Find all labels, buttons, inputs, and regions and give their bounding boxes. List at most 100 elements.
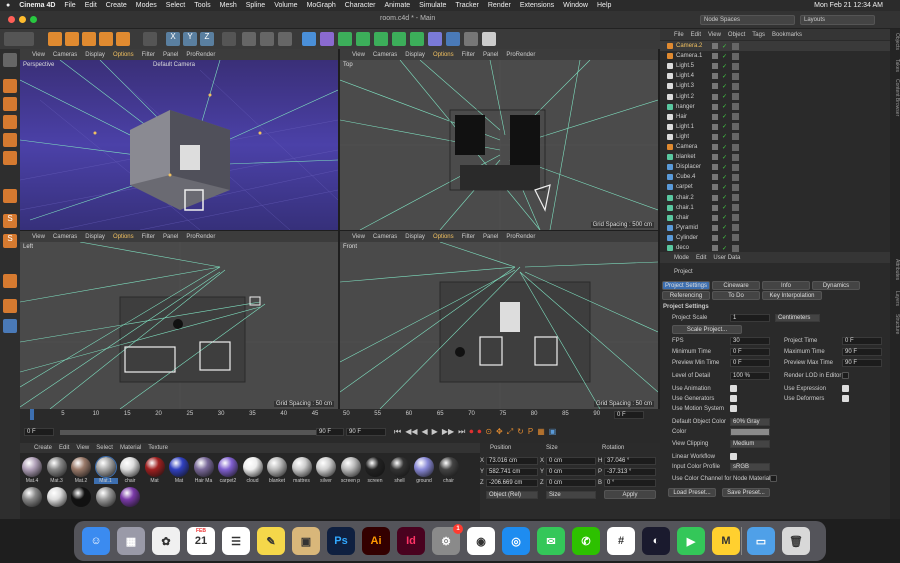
render-settings-icon[interactable] bbox=[278, 32, 292, 46]
folder-icon[interactable]: ▭ bbox=[747, 527, 775, 555]
safari-icon[interactable]: ◎ bbox=[502, 527, 530, 555]
vp-menu-view[interactable]: View bbox=[32, 234, 45, 240]
object-row[interactable]: Light.1 ✓ bbox=[660, 122, 890, 132]
snap-settings-icon[interactable]: S bbox=[3, 234, 17, 248]
menu-volume[interactable]: Volume bbox=[274, 2, 297, 9]
object-row[interactable]: Camera.2 ✓ bbox=[660, 41, 890, 51]
enabled-check-icon[interactable]: ✓ bbox=[722, 224, 727, 231]
go-start-icon[interactable]: ⏮ bbox=[394, 427, 401, 437]
menu-file[interactable]: File bbox=[64, 2, 75, 9]
vp-menu-prorender[interactable]: ProRender bbox=[186, 52, 215, 58]
menu-render[interactable]: Render bbox=[488, 2, 511, 9]
vp-menu-filter[interactable]: Filter bbox=[142, 234, 155, 240]
attr-menu-edit[interactable]: Edit bbox=[696, 255, 706, 261]
tag-icon[interactable] bbox=[732, 62, 739, 70]
enabled-check-icon[interactable]: ✓ bbox=[722, 103, 727, 110]
vp-menu-cameras[interactable]: Cameras bbox=[53, 234, 77, 240]
render-lod-checkbox[interactable] bbox=[842, 372, 849, 379]
material-swatch[interactable] bbox=[120, 487, 140, 507]
material-swatch[interactable] bbox=[340, 457, 361, 477]
enabled-check-icon[interactable]: ✓ bbox=[722, 154, 727, 161]
apply-button[interactable]: Apply bbox=[604, 490, 656, 499]
tab-key-interpolation[interactable]: Key Interpolation bbox=[762, 291, 822, 300]
object-row[interactable]: Cube.4 ✓ bbox=[660, 172, 890, 182]
preview-min-field[interactable]: 0 F bbox=[730, 359, 770, 367]
menu-character[interactable]: Character bbox=[345, 2, 376, 9]
tag-icon[interactable] bbox=[732, 204, 739, 212]
viewport-perspective[interactable]: View Cameras Display Options Filter Pane… bbox=[20, 49, 338, 230]
timeline-range-slider[interactable] bbox=[60, 430, 330, 435]
visibility-toggle-icon[interactable] bbox=[712, 164, 718, 171]
obj-menu-file[interactable]: File bbox=[674, 32, 684, 38]
record-icon[interactable]: ⏺ bbox=[469, 427, 473, 437]
menu-mesh[interactable]: Mesh bbox=[220, 2, 237, 9]
enabled-check-icon[interactable]: ✓ bbox=[722, 245, 727, 252]
material-swatch[interactable] bbox=[144, 457, 165, 477]
vp-menu-prorender[interactable]: ProRender bbox=[506, 52, 535, 58]
uv-mode-icon[interactable] bbox=[3, 133, 17, 147]
visibility-toggle-icon[interactable] bbox=[712, 83, 718, 90]
enabled-check-icon[interactable]: ✓ bbox=[722, 73, 727, 80]
illustrator-icon[interactable]: Ai bbox=[362, 527, 390, 555]
object-row[interactable]: Camera.1 ✓ bbox=[660, 51, 890, 61]
tag-icon[interactable] bbox=[732, 163, 739, 171]
vp-menu-filter[interactable]: Filter bbox=[462, 234, 475, 240]
viewport-front[interactable]: View Cameras Display Options Filter Pane… bbox=[340, 231, 658, 409]
menu-tools[interactable]: Tools bbox=[194, 2, 210, 9]
visibility-toggle-icon[interactable] bbox=[712, 43, 718, 49]
use-motion-checkbox[interactable] bbox=[730, 405, 737, 412]
vp-menu-panel[interactable]: Panel bbox=[163, 234, 178, 240]
menubar-clock[interactable]: Mon Feb 21 12:34 AM bbox=[814, 2, 883, 9]
side-tab-attributes[interactable]: Attributes bbox=[890, 259, 900, 280]
object-row[interactable]: blanket ✓ bbox=[660, 152, 890, 162]
object-row[interactable]: Light.3 ✓ bbox=[660, 81, 890, 91]
visibility-toggle-icon[interactable] bbox=[712, 245, 718, 251]
enabled-check-icon[interactable]: ✓ bbox=[722, 83, 727, 90]
attr-menu-mode[interactable]: Mode bbox=[674, 255, 689, 261]
vp-menu-cameras[interactable]: Cameras bbox=[373, 52, 397, 58]
vp-menu-cameras[interactable]: Cameras bbox=[53, 52, 77, 58]
project-time-field[interactable]: 0 F bbox=[842, 337, 882, 345]
material-swatch[interactable] bbox=[120, 457, 140, 477]
tab-project-settings[interactable]: Project Settings bbox=[662, 281, 710, 290]
tag-icon[interactable] bbox=[732, 224, 739, 232]
grid-icon[interactable] bbox=[3, 319, 17, 333]
messages-icon[interactable]: ✉ bbox=[537, 527, 565, 555]
material-swatch[interactable] bbox=[71, 457, 91, 477]
undo-redo-icon[interactable] bbox=[4, 32, 34, 46]
snap-icon[interactable]: S bbox=[3, 214, 17, 228]
object-row[interactable]: Hair ✓ bbox=[660, 112, 890, 122]
menu-spline[interactable]: Spline bbox=[246, 2, 265, 9]
rotation-p-field[interactable]: -37.313 ° bbox=[604, 468, 656, 476]
vp-menu-options[interactable]: Options bbox=[433, 52, 454, 58]
linear-workflow-checkbox[interactable] bbox=[730, 453, 737, 460]
material-swatch[interactable] bbox=[22, 457, 42, 477]
notes-icon[interactable]: ✎ bbox=[257, 527, 285, 555]
tag-icon[interactable] bbox=[732, 153, 739, 161]
rotation-h-field[interactable]: 37.046 ° bbox=[604, 457, 656, 465]
mat-menu-view[interactable]: View bbox=[76, 445, 89, 451]
visibility-toggle-icon[interactable] bbox=[712, 214, 718, 221]
side-tab-content-browser[interactable]: Content Browser bbox=[890, 79, 900, 116]
vp-menu-display[interactable]: Display bbox=[405, 52, 425, 58]
apple-icon[interactable]: ● bbox=[6, 2, 10, 9]
tab-cineware[interactable]: Cineware bbox=[712, 281, 760, 290]
tab-referencing[interactable]: Referencing bbox=[662, 291, 710, 300]
effector-icon[interactable] bbox=[392, 32, 406, 46]
size-x-field[interactable]: 0 cm bbox=[546, 457, 596, 465]
enabled-check-icon[interactable]: ✓ bbox=[722, 164, 727, 171]
tag-icon[interactable] bbox=[732, 52, 739, 60]
visibility-toggle-icon[interactable] bbox=[712, 123, 718, 130]
fps-field[interactable]: 30 bbox=[730, 337, 770, 345]
mat-menu-material[interactable]: Material bbox=[120, 445, 141, 451]
enabled-check-icon[interactable]: ✓ bbox=[722, 234, 727, 241]
enabled-check-icon[interactable]: ✓ bbox=[722, 123, 727, 130]
vp-menu-view[interactable]: View bbox=[352, 52, 365, 58]
key-param-icon[interactable]: P bbox=[528, 427, 533, 437]
obj-menu-bookmarks[interactable]: Bookmarks bbox=[772, 32, 802, 38]
node-color-checkbox[interactable] bbox=[770, 475, 777, 482]
photoshop-icon[interactable]: Ps bbox=[327, 527, 355, 555]
enabled-check-icon[interactable]: ✓ bbox=[722, 53, 727, 60]
object-row[interactable]: Light.4 ✓ bbox=[660, 71, 890, 81]
material-swatch[interactable] bbox=[22, 487, 42, 507]
